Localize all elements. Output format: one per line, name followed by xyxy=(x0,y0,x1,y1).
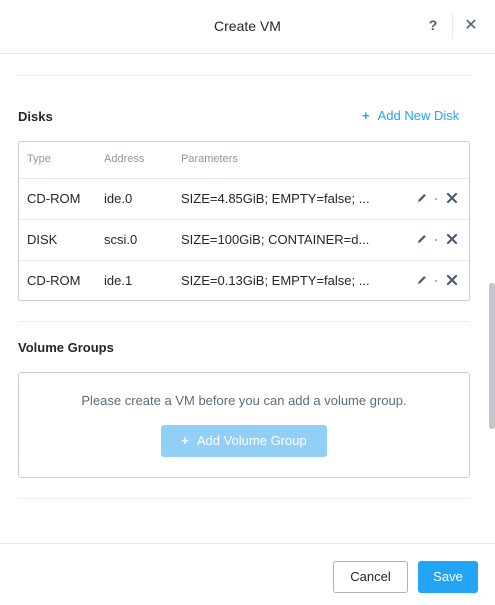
dialog-header: Create VM ? ✕ xyxy=(0,0,495,54)
row-actions xyxy=(416,273,461,289)
section-divider xyxy=(18,75,470,76)
plus-icon: + xyxy=(181,433,189,448)
dialog-title: Create VM xyxy=(214,18,281,34)
column-header-address: Address xyxy=(104,153,145,165)
section-divider xyxy=(18,321,470,322)
add-new-disk-link[interactable]: + Add New Disk xyxy=(362,108,459,123)
column-header-parameters: Parameters xyxy=(181,153,238,165)
disk-parameters: SIZE=4.85GiB; EMPTY=false; ... xyxy=(181,191,370,206)
delete-icon[interactable] xyxy=(446,233,458,245)
pencil-icon[interactable] xyxy=(416,191,428,205)
plus-icon: + xyxy=(362,108,370,123)
save-button[interactable]: Save xyxy=(418,561,478,593)
disk-address: ide.1 xyxy=(104,273,133,288)
scrollbar-thumb[interactable] xyxy=(489,283,495,429)
disk-type: CD-ROM xyxy=(27,191,81,206)
table-row: CD-ROM ide.1 SIZE=0.13GiB; EMPTY=false; … xyxy=(19,260,469,301)
dialog-footer: Cancel Save xyxy=(0,543,495,605)
disk-type: DISK xyxy=(27,232,58,247)
disk-address: ide.0 xyxy=(104,191,133,206)
section-divider xyxy=(18,498,470,499)
add-volume-group-button[interactable]: + Add Volume Group xyxy=(161,425,327,457)
table-row: DISK scsi.0 SIZE=100GiB; CONTAINER=d... xyxy=(19,219,469,260)
volume-groups-message: Please create a VM before you can add a … xyxy=(81,393,407,408)
close-icon[interactable]: ✕ xyxy=(463,18,479,34)
action-separator xyxy=(435,239,437,241)
disk-parameters: SIZE=0.13GiB; EMPTY=false; ... xyxy=(181,273,370,288)
column-header-type: Type xyxy=(27,153,51,165)
disk-address: scsi.0 xyxy=(104,232,138,247)
action-separator xyxy=(435,198,437,200)
pencil-icon[interactable] xyxy=(416,232,428,246)
volume-groups-panel: Please create a VM before you can add a … xyxy=(18,372,470,478)
action-separator xyxy=(435,280,437,282)
help-icon[interactable]: ? xyxy=(426,17,440,35)
delete-icon[interactable] xyxy=(446,192,458,204)
volume-groups-section-title: Volume Groups xyxy=(18,340,114,355)
row-actions xyxy=(416,191,461,207)
cancel-button[interactable]: Cancel xyxy=(333,561,408,593)
add-new-disk-label: Add New Disk xyxy=(377,108,460,123)
create-vm-dialog: Create VM ? ✕ Disks + Add New Disk Type A… xyxy=(0,0,495,605)
pencil-icon[interactable] xyxy=(416,273,428,287)
disks-table: Type Address Parameters CD-ROM ide.0 SIZ… xyxy=(18,141,470,301)
add-volume-group-label: Add Volume Group xyxy=(196,433,307,448)
table-header: Type Address Parameters xyxy=(19,142,469,178)
header-divider xyxy=(452,14,453,38)
row-actions xyxy=(416,232,461,248)
disk-parameters: SIZE=100GiB; CONTAINER=d... xyxy=(181,232,370,247)
disk-type: CD-ROM xyxy=(27,273,81,288)
table-row: CD-ROM ide.0 SIZE=4.85GiB; EMPTY=false; … xyxy=(19,178,469,219)
dialog-body[interactable]: Disks + Add New Disk Type Address Paramet… xyxy=(0,55,495,543)
disks-section-title: Disks xyxy=(18,109,53,124)
delete-icon[interactable] xyxy=(446,274,458,286)
